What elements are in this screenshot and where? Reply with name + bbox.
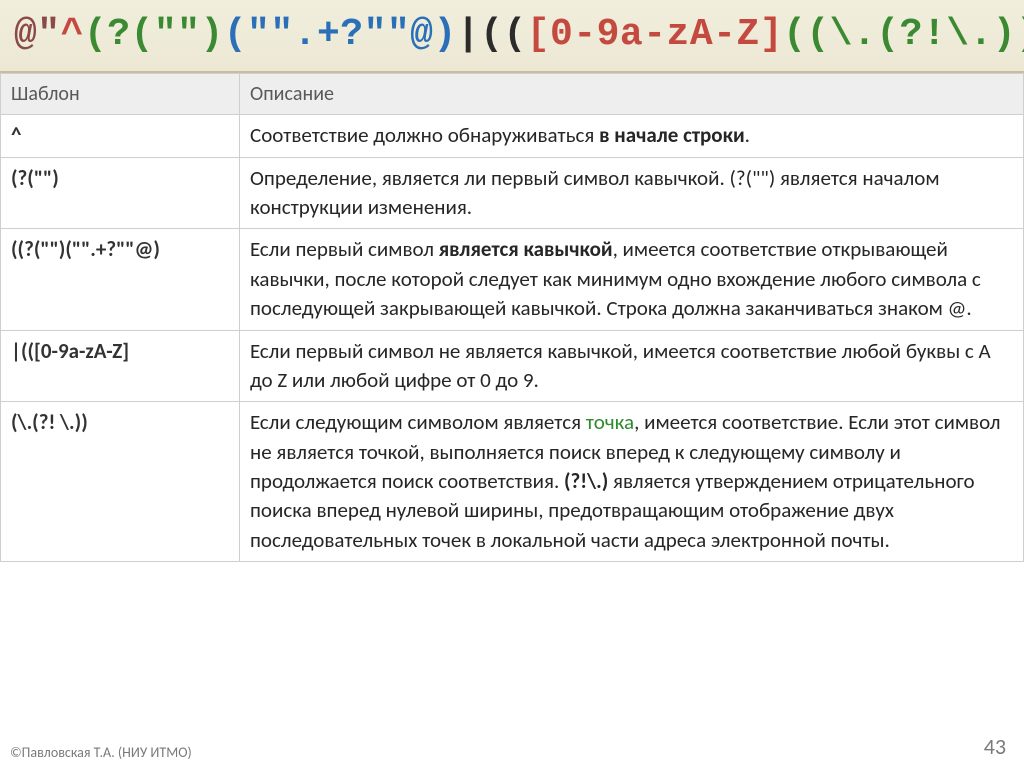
- desc-cell: Определение, является ли первый символ к…: [240, 157, 1024, 229]
- desc-text: Соответствие должно обнаруживаться: [250, 122, 599, 148]
- table-row: ((?("")("".+?""@) Если первый символ явл…: [1, 229, 1024, 330]
- title-seg-3: ("".+?""@): [224, 13, 457, 56]
- header-pattern: Шаблон: [1, 74, 240, 115]
- desc-cell: Если следующим символом является точка, …: [240, 402, 1024, 562]
- footer-copyright: ©Павловская Т.А. (НИУ ИТМО): [10, 743, 192, 763]
- table-row: ^ Соответствие должно обнаруживаться в н…: [1, 115, 1024, 157]
- title-seg-6: [0-9a-zA-Z]: [527, 13, 783, 56]
- table-row: (\.(?! \.)) Если следующим символом явля…: [1, 402, 1024, 562]
- table-header-row: Шаблон Описание: [1, 74, 1024, 115]
- header-description: Описание: [240, 74, 1024, 115]
- pattern-cell: (?(""): [1, 157, 240, 229]
- slide-title: @"^(?("")("".+?""@)|(([0-9a-zA-Z]((\.(?!…: [0, 0, 1024, 73]
- pattern-cell: (\.(?! \.)): [1, 402, 240, 562]
- desc-text: .: [745, 122, 750, 148]
- title-seg-4: |: [457, 13, 480, 56]
- title-seg-0: @": [14, 13, 61, 56]
- title-seg-2: (?(""): [84, 13, 224, 56]
- desc-bold: является кавычкой: [439, 236, 613, 262]
- table-row: (?("") Определение, является ли первый с…: [1, 157, 1024, 229]
- desc-text: Если следующим символом является: [250, 409, 586, 435]
- desc-cell: Если первый символ является кавычкой, им…: [240, 229, 1024, 330]
- page-number: 43: [984, 732, 1006, 763]
- regex-table: Шаблон Описание ^ Соответствие должно об…: [0, 73, 1024, 562]
- desc-cell: Соответствие должно обнаруживаться в нач…: [240, 115, 1024, 157]
- desc-bold: в начале строки: [599, 122, 745, 148]
- title-seg-7: ((\.(?!\.)): [783, 13, 1024, 56]
- desc-green: точка: [586, 409, 634, 435]
- desc-cell: Если первый символ не является кавычкой,…: [240, 330, 1024, 402]
- desc-text: Если первый символ: [250, 236, 439, 262]
- title-seg-5: ((: [480, 13, 527, 56]
- desc-bold: (?!\.): [564, 468, 608, 494]
- title-seg-1: ^: [61, 13, 84, 56]
- pattern-cell: ^: [1, 115, 240, 157]
- pattern-cell: ((?("")("".+?""@): [1, 229, 240, 330]
- table-row: |(([0-9a-zA-Z] Если первый символ не явл…: [1, 330, 1024, 402]
- pattern-cell: |(([0-9a-zA-Z]: [1, 330, 240, 402]
